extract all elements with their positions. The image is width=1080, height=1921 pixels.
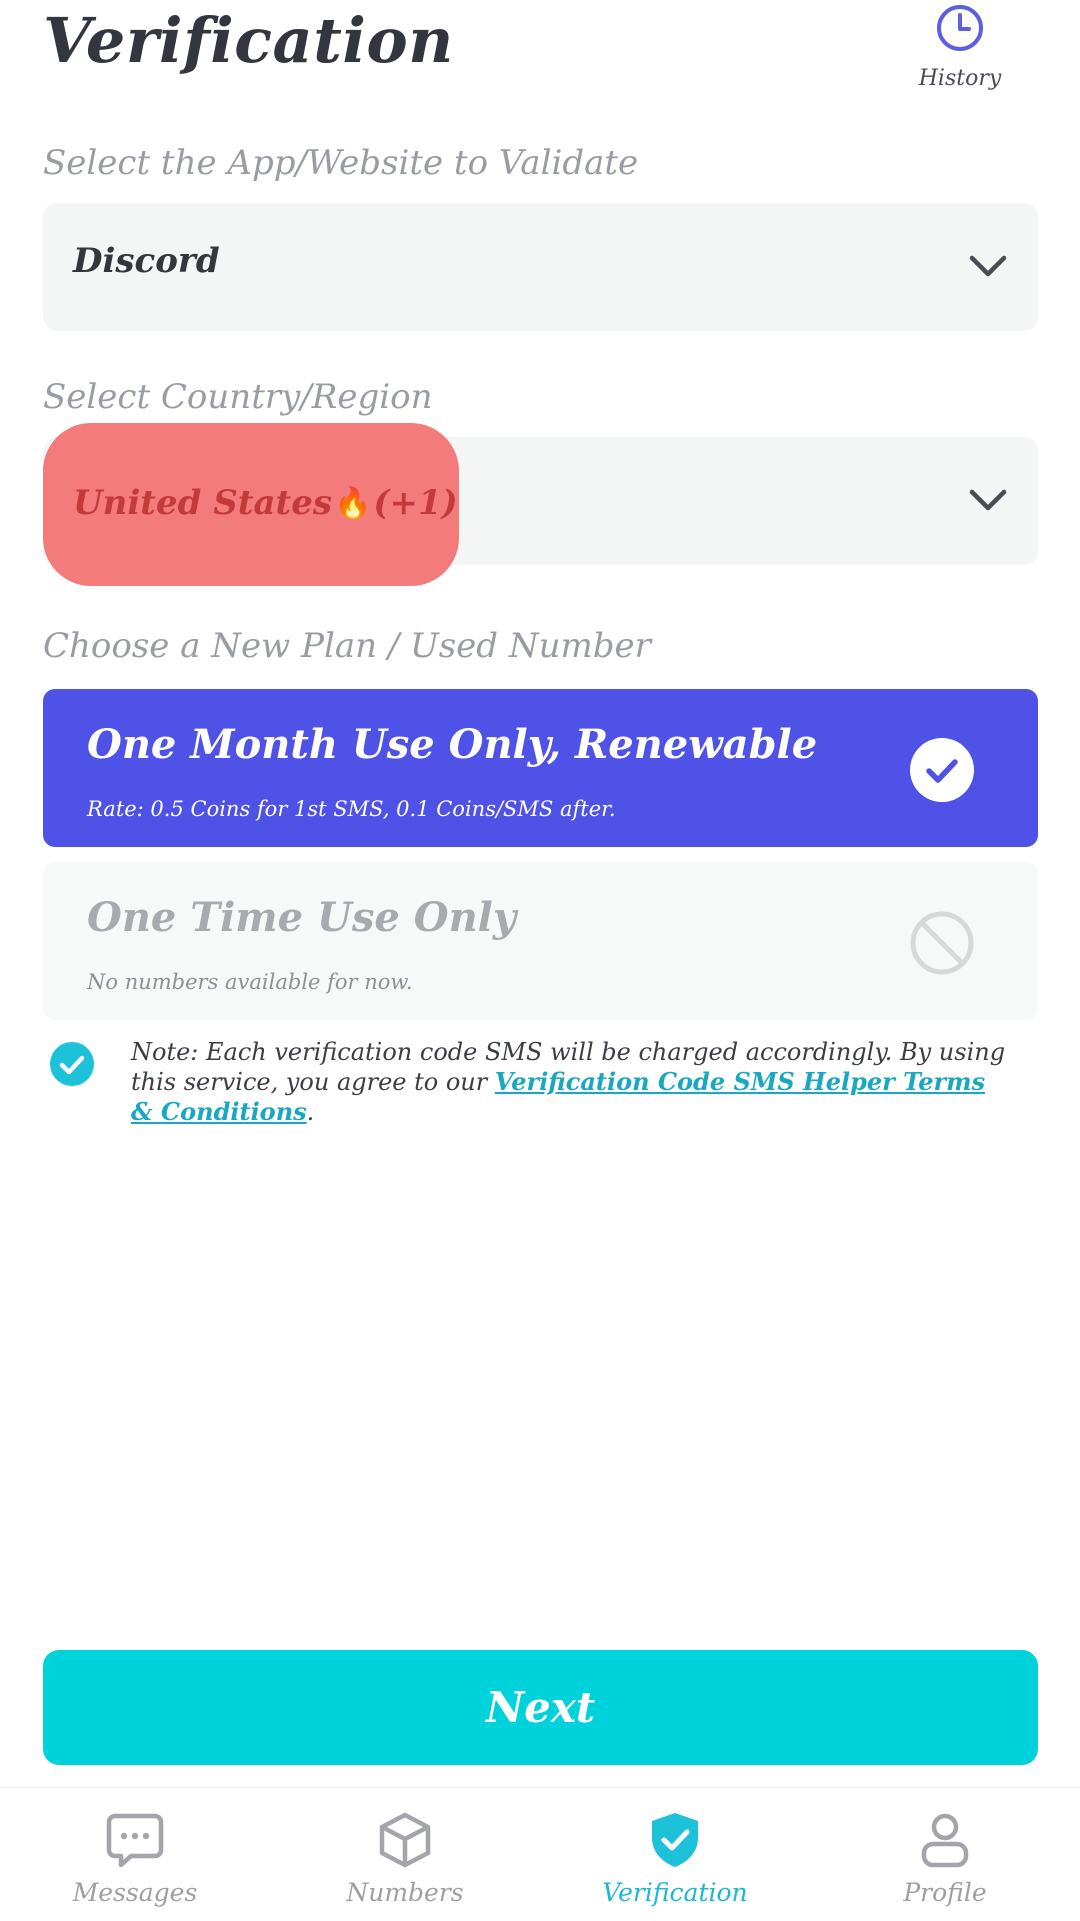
agree-checkbox[interactable]	[49, 1041, 95, 1087]
plan-title: One Month Use Only, Renewable	[87, 721, 818, 768]
flame-icon: 🔥	[334, 485, 372, 521]
history-button[interactable]: History	[900, 0, 1020, 110]
bottom-nav: Messages Numbers Verification Profile	[0, 1787, 1080, 1921]
terms-note: Note: Each verification code SMS will be…	[131, 1037, 1011, 1127]
country-name: United States	[73, 483, 333, 523]
chat-bubble-icon	[106, 1813, 164, 1868]
next-button[interactable]: Next	[43, 1650, 1038, 1765]
app-select-value: Discord	[73, 241, 220, 281]
nav-numbers[interactable]: Numbers	[270, 1788, 540, 1921]
header: Verification History	[0, 0, 1080, 130]
nav-label: Numbers	[346, 1878, 464, 1907]
nav-profile[interactable]: Profile	[810, 1788, 1080, 1921]
clock-icon	[937, 5, 983, 51]
shield-check-icon	[652, 1813, 698, 1867]
note-end: .	[306, 1098, 315, 1126]
person-icon	[921, 1813, 969, 1868]
nav-messages[interactable]: Messages	[0, 1788, 270, 1921]
cube-icon	[379, 1812, 431, 1868]
plan-rate: Rate: 0.5 Coins for 1st SMS, 0.1 Coins/S…	[87, 797, 616, 821]
country-code: (+1)	[373, 483, 458, 523]
plan-availability: No numbers available for now.	[87, 970, 413, 994]
country-select-label: Select Country/Region	[43, 377, 433, 417]
plan-title: One Time Use Only	[87, 894, 517, 941]
nav-label: Verification	[602, 1878, 748, 1907]
page-title: Verification	[43, 4, 454, 77]
nav-label: Messages	[72, 1878, 198, 1907]
country-select-value[interactable]: United States 🔥 (+1)	[73, 483, 458, 523]
chevron-down-icon	[969, 255, 1007, 277]
plan-section-label: Choose a New Plan / Used Number	[43, 626, 651, 666]
nav-label: Profile	[903, 1878, 987, 1907]
app-select-dropdown[interactable]: Discord	[43, 203, 1038, 331]
unavailable-icon	[910, 911, 974, 975]
app-select-label: Select the App/Website to Validate	[43, 143, 639, 183]
check-circle-icon	[910, 738, 974, 802]
plan-option-month[interactable]: One Month Use Only, Renewable Rate: 0.5 …	[43, 689, 1038, 847]
history-label: History	[918, 66, 1002, 91]
chevron-down-icon	[969, 489, 1007, 511]
nav-verification[interactable]: Verification	[540, 1788, 810, 1921]
plan-option-onetime[interactable]: One Time Use Only No numbers available f…	[43, 862, 1038, 1020]
